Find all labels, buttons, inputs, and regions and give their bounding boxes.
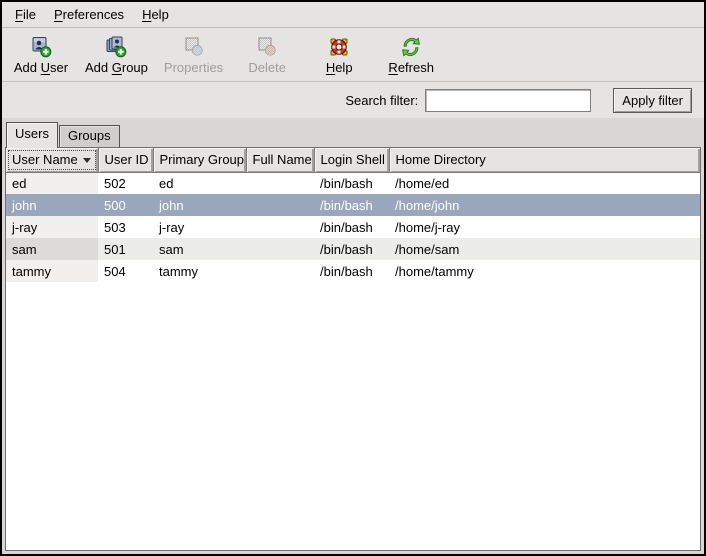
toolbar: Add User Add Group — [2, 28, 704, 82]
sort-arrow-icon — [83, 158, 91, 163]
lifebuoy-icon — [327, 35, 351, 59]
menu-file[interactable]: File — [6, 4, 45, 25]
properties-button[interactable]: Properties — [159, 32, 228, 78]
table-row-john-selected[interactable]: john500john/bin/bash/home/john — [6, 194, 700, 216]
table-empty-area[interactable] — [6, 282, 700, 550]
delete-button[interactable]: Delete — [234, 32, 300, 78]
tab-strip: Users Groups — [2, 118, 704, 147]
delete-icon — [255, 35, 279, 59]
table-row-tammy[interactable]: tammy504tammy/bin/bash/home/tammy — [6, 260, 700, 282]
menu-help[interactable]: Help — [133, 4, 178, 25]
users-table: User Name User ID Primary Group Full Nam… — [5, 147, 701, 551]
add-user-icon — [29, 35, 53, 59]
column-header-full-name[interactable]: Full Name — [246, 148, 314, 172]
search-filter-row: Search filter: Apply filter — [2, 82, 704, 118]
refresh-button[interactable]: Refresh — [378, 32, 444, 78]
delete-label: Delete — [248, 60, 286, 75]
refresh-label: Refresh — [388, 60, 434, 75]
table-header-row: User Name User ID Primary Group Full Nam… — [6, 148, 700, 172]
column-header-login-shell[interactable]: Login Shell — [314, 148, 389, 172]
table-row-j-ray[interactable]: j-ray503j-ray/bin/bash/home/j-ray — [6, 216, 700, 238]
apply-filter-button[interactable]: Apply filter — [613, 88, 692, 113]
search-filter-label: Search filter: — [345, 93, 418, 108]
add-user-button[interactable]: Add User — [8, 32, 74, 78]
properties-label: Properties — [164, 60, 223, 75]
menu-bar: File Preferences Help — [2, 2, 704, 28]
column-header-home-directory[interactable]: Home Directory — [389, 148, 700, 172]
table-row-ed[interactable]: ed502ed/bin/bash/home/ed — [6, 172, 700, 194]
search-filter-input[interactable] — [425, 89, 591, 112]
add-group-button[interactable]: Add Group — [80, 32, 153, 78]
refresh-icon — [399, 35, 423, 59]
table-row-sam[interactable]: sam501sam/bin/bash/home/sam — [6, 238, 700, 260]
menu-preferences[interactable]: Preferences — [45, 4, 133, 25]
tab-groups[interactable]: Groups — [59, 125, 120, 147]
help-button[interactable]: Help — [306, 32, 372, 78]
user-manager-window: File Preferences Help Add User — [2, 2, 704, 554]
column-header-user-id[interactable]: User ID — [98, 148, 153, 172]
column-header-primary-group[interactable]: Primary Group — [153, 148, 246, 172]
properties-icon — [182, 35, 206, 59]
add-group-icon — [104, 35, 128, 59]
tab-users[interactable]: Users — [6, 122, 58, 148]
add-group-label: Add Group — [85, 60, 148, 75]
column-header-user-name[interactable]: User Name — [6, 148, 98, 172]
help-label: Help — [326, 60, 353, 75]
add-user-label: Add User — [14, 60, 68, 75]
